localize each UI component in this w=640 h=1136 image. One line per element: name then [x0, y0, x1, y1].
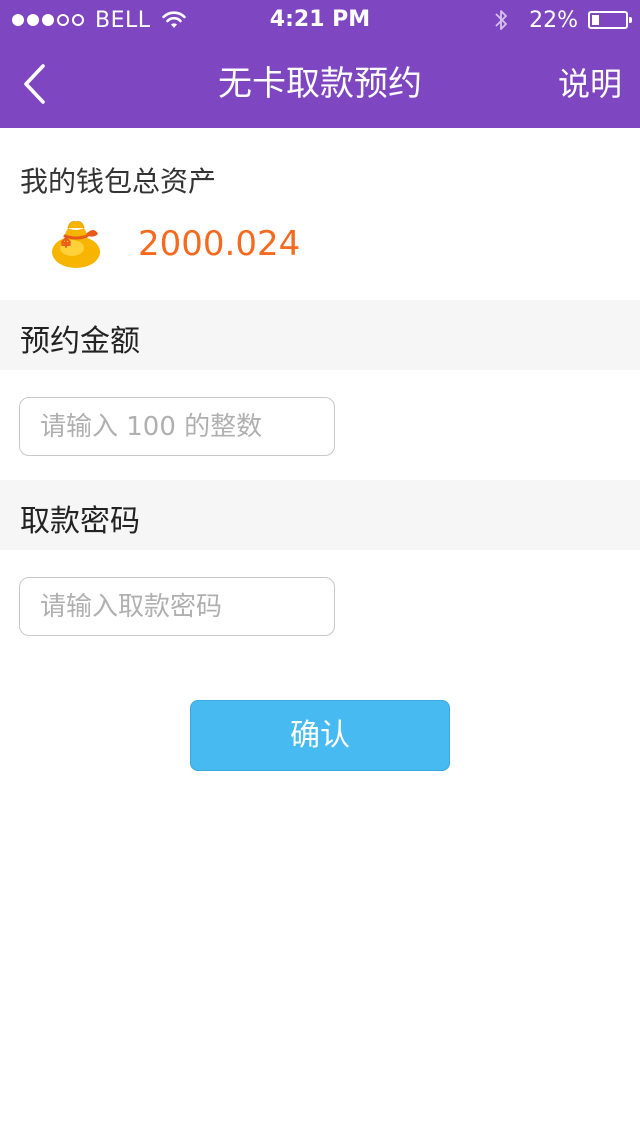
battery-percent: 22% [529, 7, 578, 33]
back-button[interactable] [12, 58, 56, 110]
wallet-assets-label: 我的钱包总资产 [20, 165, 217, 198]
app-header: BELL 4:21 PM 22% 无卡取款预约 说明 [0, 0, 640, 128]
password-section-label: 取款密码 [20, 504, 140, 539]
wallet-assets-value: 2000.024 [138, 224, 301, 264]
instructions-button[interactable]: 说明 [558, 40, 622, 128]
password-input-container [19, 577, 335, 636]
battery-fill [592, 15, 599, 25]
amount-section-header: 预约金额 [0, 300, 640, 370]
password-section-header: 取款密码 [0, 480, 640, 550]
amount-input[interactable] [20, 398, 334, 455]
password-input[interactable] [20, 578, 334, 635]
confirm-button[interactable]: 确认 [190, 700, 450, 771]
chevron-left-icon [24, 64, 45, 104]
money-bag-icon [52, 221, 100, 268]
page-title: 无卡取款预约 [218, 64, 422, 104]
battery-icon [588, 11, 632, 29]
wallet-assets-panel: 我的钱包总资产 2000.024 [0, 128, 640, 300]
status-right: 22% [493, 4, 632, 36]
status-bar: BELL 4:21 PM 22% [0, 0, 640, 40]
navigation-bar: 无卡取款预约 说明 [0, 40, 640, 128]
amount-section-label: 预约金额 [20, 324, 140, 359]
amount-input-container [19, 397, 335, 456]
bluetooth-icon [495, 10, 507, 30]
